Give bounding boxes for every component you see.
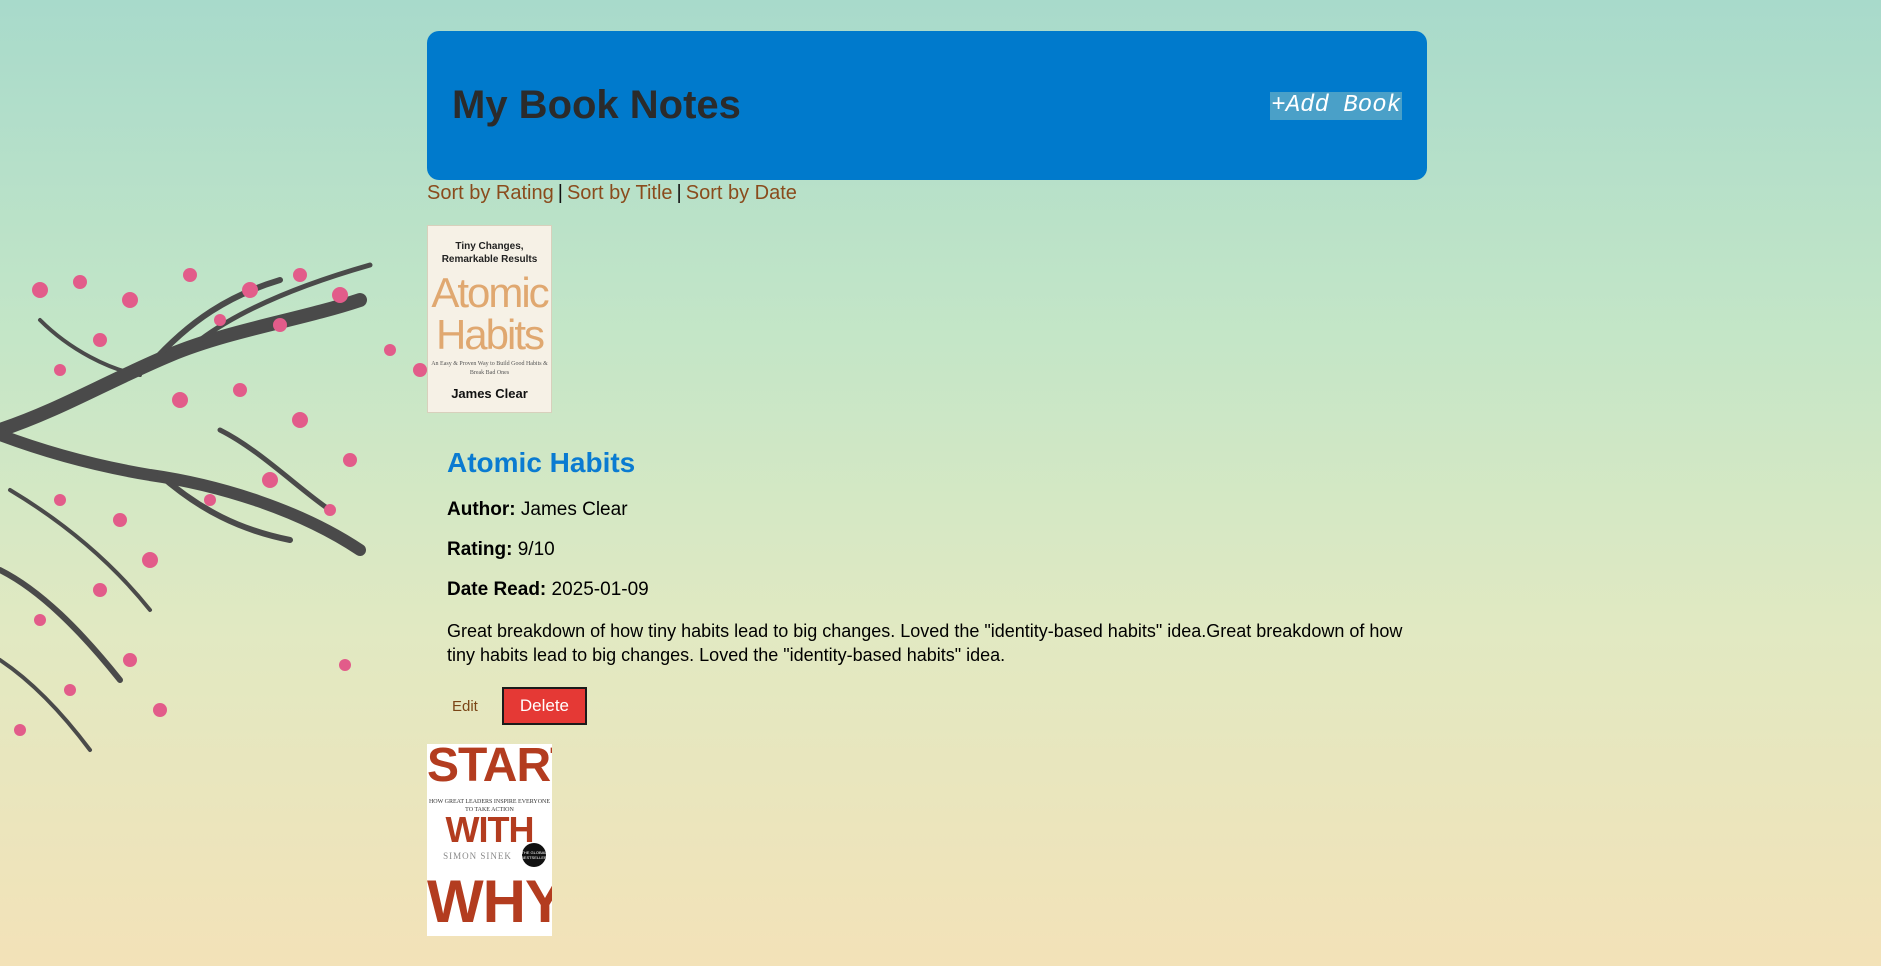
book-title: Atomic Habits	[447, 447, 636, 478]
add-book-button[interactable]: +Add Book	[1270, 91, 1402, 120]
main-container: My Book Notes +Add Book Sort by Rating | S…	[427, 31, 1427, 936]
book-details: Atomic Habits Author: James Clear Rating…	[427, 447, 1427, 667]
page-title: My Book Notes	[452, 83, 741, 127]
sort-by-rating-link[interactable]: Sort by Rating	[427, 182, 554, 204]
cover-tagline: Tiny Changes, Remarkable Results	[441, 241, 538, 265]
delete-button[interactable]: Delete	[501, 687, 587, 725]
sort-by-title-link[interactable]: Sort by Title	[567, 182, 673, 204]
sort-separator: |	[676, 182, 682, 204]
book-cover-image: START HOW GREAT LEADERS INSPIRE EVERYONE…	[427, 744, 552, 936]
book-rating: Rating: 9/10	[447, 539, 1427, 561]
cover-line-start: START	[427, 744, 552, 792]
sort-separator: |	[557, 182, 563, 204]
date-label: Date Read:	[447, 579, 547, 600]
author-value: James Clear	[520, 499, 628, 520]
edit-button[interactable]: Edit	[440, 694, 490, 719]
book-date-read: Date Read: 2025-01-09	[447, 579, 1427, 601]
bestseller-badge: THE GLOBAL BESTSELLER	[521, 843, 547, 867]
book-card: Tiny Changes, Remarkable Results Atomic …	[427, 225, 1427, 725]
sort-bar: Sort by Rating | Sort by Title | Sort by Dat…	[427, 181, 1427, 205]
book-actions: Edit Delete	[427, 687, 1427, 725]
book-notes: Great breakdown of how tiny habits lead …	[447, 621, 1403, 665]
rating-value: 9/10	[517, 539, 555, 560]
cover-subtitle: An Easy & Proven Way to Build Good Habit…	[431, 361, 548, 376]
book-cover-image: Tiny Changes, Remarkable Results Atomic …	[427, 225, 552, 413]
author-label: Author:	[447, 499, 516, 520]
cover-title: Atomic Habits	[431, 269, 549, 358]
rating-label: Rating:	[447, 539, 513, 560]
sort-by-date-link[interactable]: Sort by Date	[686, 182, 797, 204]
date-value: 2025-01-09	[551, 579, 649, 600]
cover-author: James Clear	[451, 386, 528, 401]
book-author: Author: James Clear	[447, 499, 1427, 521]
page-header: My Book Notes +Add Book	[427, 31, 1427, 180]
cover-line-why: WHY	[427, 868, 552, 935]
book-card: START HOW GREAT LEADERS INSPIRE EVERYONE…	[427, 744, 1427, 936]
